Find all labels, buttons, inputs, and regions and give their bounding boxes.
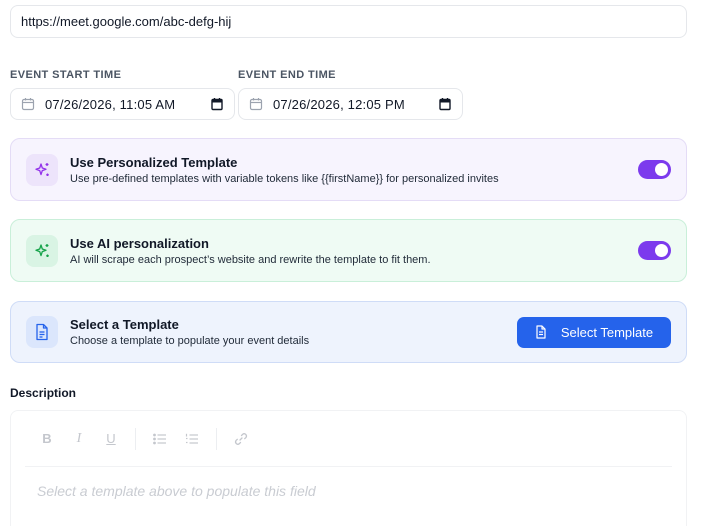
bullet-list-icon[interactable] [150, 429, 170, 449]
editor-toolbar: B I U [25, 411, 672, 467]
select-template-card: Select a Template Choose a template to p… [10, 301, 687, 363]
select-template-title: Select a Template [70, 317, 179, 332]
ai-personalization-card: Use AI personalization AI will scrape ea… [10, 219, 687, 282]
italic-button[interactable]: I [69, 429, 89, 449]
link-icon[interactable] [231, 429, 251, 449]
description-placeholder: Select a template above to populate this… [37, 483, 316, 499]
ai-personalization-description: AI will scrape each prospect’s website a… [70, 253, 431, 266]
personalized-template-description: Use pre-defined templates with variable … [70, 172, 499, 185]
select-template-description: Choose a template to populate your event… [70, 335, 310, 347]
ai-personalization-toggle[interactable] [638, 241, 671, 260]
meeting-link-input[interactable]: https://meet.google.com/abc-defg-hij [10, 5, 687, 38]
description-label: Description [10, 386, 77, 400]
document-icon [26, 316, 58, 348]
bold-button[interactable]: B [37, 429, 57, 449]
select-template-button[interactable]: Select Template [517, 316, 671, 348]
sparkles-icon [26, 234, 58, 267]
event-start-value: 07/26/2026, 11:05 AM [45, 96, 176, 112]
event-start-label: EVENT START TIME [10, 69, 122, 81]
personalized-template-title: Use Personalized Template [70, 154, 238, 170]
meeting-link-value: https://meet.google.com/abc-defg-hij [21, 14, 232, 29]
personalized-template-toggle[interactable] [638, 160, 671, 179]
personalized-template-card: Use Personalized Template Use pre-define… [10, 138, 687, 201]
toolbar-divider [135, 427, 136, 450]
underline-button[interactable]: U [101, 429, 121, 449]
event-end-input[interactable]: 07/26/2026, 12:05 PM [238, 88, 463, 120]
calendar-picker-icon[interactable] [438, 97, 452, 111]
event-start-input[interactable]: 07/26/2026, 11:05 AM [10, 88, 235, 120]
calendar-icon [21, 97, 35, 111]
ai-personalization-title: Use AI personalization [70, 235, 209, 251]
numbered-list-icon[interactable] [182, 429, 202, 449]
document-icon [535, 325, 547, 339]
select-template-button-label: Select Template [560, 324, 654, 340]
calendar-icon [249, 97, 263, 111]
toggle-knob [655, 163, 668, 176]
event-end-value: 07/26/2026, 12:05 PM [273, 96, 405, 112]
toolbar-divider [216, 427, 217, 450]
description-editor[interactable]: B I U Select a template above to populat… [10, 410, 687, 526]
sparkles-icon [26, 153, 58, 186]
event-end-label: EVENT END TIME [238, 69, 336, 81]
calendar-picker-icon[interactable] [210, 97, 224, 111]
toggle-knob [655, 244, 668, 257]
